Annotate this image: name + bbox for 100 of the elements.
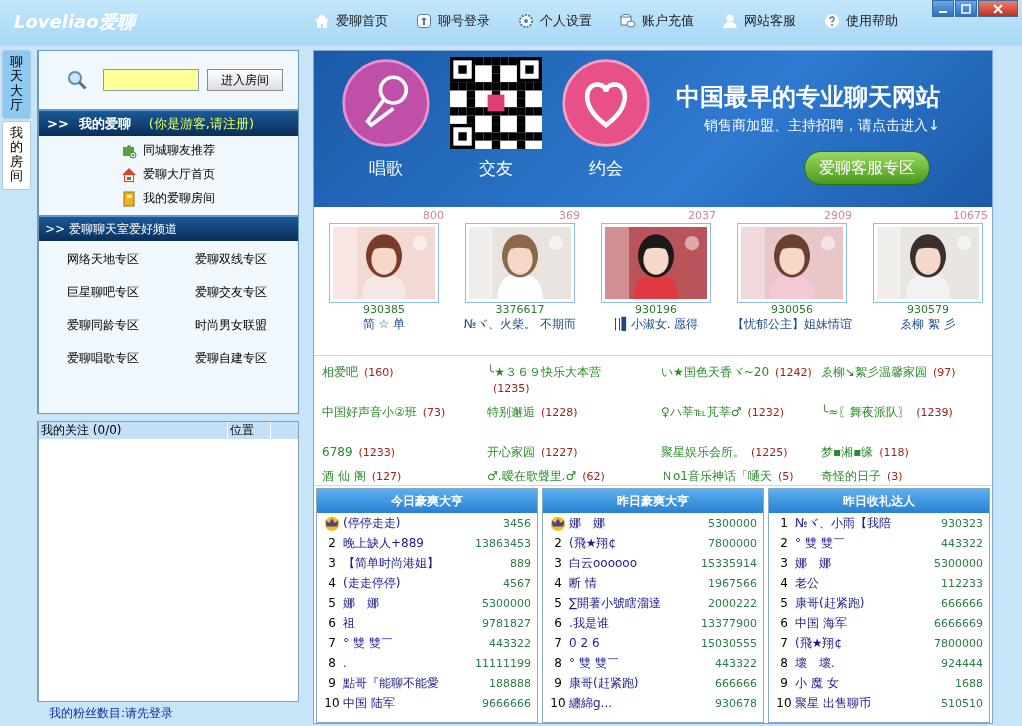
ranking-title: 昨日豪爽大亨 xyxy=(543,489,763,513)
nav-link[interactable]: 使用帮助 xyxy=(824,12,898,30)
room-link[interactable]: 特别邂逅 xyxy=(487,405,535,419)
link-label[interactable]: 爱聊大厅首页 xyxy=(143,166,215,183)
minimize-button[interactable] xyxy=(932,0,954,17)
zone-link[interactable]: 爱聊同龄专区 xyxy=(67,317,195,334)
room-count: (97) xyxy=(933,366,956,379)
search-field[interactable] xyxy=(103,69,199,91)
room-count: (3) xyxy=(887,470,903,483)
close-button[interactable] xyxy=(978,0,1018,17)
room-count: (1227) xyxy=(541,446,578,459)
room-count: (1233) xyxy=(358,446,396,459)
room-link[interactable]: Ｎo1音乐神话「嗵天 xyxy=(661,469,772,483)
zone-link[interactable]: 爱聊交友专区 xyxy=(195,284,305,301)
rank-number: 7 xyxy=(328,636,336,650)
user-name: 【简单时尚港姐】 xyxy=(343,554,440,572)
score-value: 15335914 xyxy=(701,556,757,570)
score-value: 4567 xyxy=(503,576,531,590)
enter-room-button[interactable]: 进入房间 xyxy=(207,69,283,91)
host-id: 930056 xyxy=(771,303,813,316)
room-link[interactable]: 奇怪的日子 xyxy=(821,469,881,483)
viewer-count: 369 xyxy=(559,209,580,223)
room-link[interactable]: ╰≈〖舞夜派队〗 xyxy=(821,405,911,419)
microphone-icon xyxy=(340,57,432,149)
room-link[interactable]: ╰★３６９快乐大本营 xyxy=(487,365,601,379)
room-link[interactable]: 聚星娱乐会所。 xyxy=(661,445,745,459)
host-name[interactable]: ゑ柳 絮 彡 xyxy=(900,316,956,333)
room-count: (1232) xyxy=(747,406,784,419)
room-link[interactable]: 中国好声音小②班 xyxy=(322,405,417,419)
link-label[interactable]: 我的爱聊房间 xyxy=(143,190,215,207)
nav-link[interactable]: 爱聊首页 xyxy=(314,12,388,30)
host-name[interactable]: 简 ☆ 单 xyxy=(362,316,406,333)
nav-link[interactable]: 个人设置 xyxy=(518,12,592,30)
rank-number: 7 xyxy=(554,636,562,650)
zone-link[interactable]: 巨星聊吧专区 xyxy=(67,284,195,301)
room-count: (73) xyxy=(422,406,446,419)
host-id: 930385 xyxy=(363,303,405,316)
qr-code-icon xyxy=(450,57,542,149)
puzzle-icon xyxy=(121,142,137,159)
nav-link[interactable]: 网站客服 xyxy=(722,12,796,30)
room-link[interactable]: 开心家园 xyxy=(487,445,535,459)
room-link[interactable]: 酒 仙 阁 xyxy=(322,469,366,483)
side-tab[interactable]: 聊天大厅 xyxy=(2,50,31,120)
viewer-count: 2909 xyxy=(824,209,852,223)
rank-number: 3 xyxy=(554,556,562,570)
rank-number: 4 xyxy=(328,576,336,590)
score-value: 112233 xyxy=(941,576,983,590)
zone-link[interactable]: 时尚男女联盟 xyxy=(195,317,305,334)
search-icon xyxy=(67,70,87,90)
score-value: 443322 xyxy=(715,656,757,670)
room-count: (160) xyxy=(364,366,394,379)
link-label[interactable]: 同城聊友推荐 xyxy=(143,142,215,159)
rank-number: 4 xyxy=(554,576,562,590)
host-name[interactable]: №ヾ、火柴。 不期而 xyxy=(463,316,577,333)
user-name: ° 雙 雙￣ xyxy=(343,634,394,652)
rank-number: 9 xyxy=(554,676,562,690)
user-name: (飛★翔¢ xyxy=(795,634,844,652)
score-value: 9666666 xyxy=(482,696,531,710)
side-tab[interactable]: 我的房间 xyxy=(2,121,31,191)
score-value: 13863453 xyxy=(475,536,531,550)
user-name: 點哥『能聊不能愛 xyxy=(343,674,440,692)
score-value: 666666 xyxy=(715,676,757,690)
score-value: 6666669 xyxy=(934,616,983,630)
section-title: 我的爱聊 xyxy=(78,114,131,133)
room-link[interactable]: ♂.暧在歌聲里.♂ xyxy=(487,469,577,483)
score-value: 7800000 xyxy=(708,536,757,550)
room-link[interactable]: ♀ハ莘℡芃莘♂ xyxy=(661,405,742,419)
room-link[interactable]: 梦▪湘▪缘 xyxy=(821,445,874,459)
feature-label: 唱歌 xyxy=(369,157,403,180)
fans-count: 我的粉丝数目:请先登录 xyxy=(48,705,175,722)
score-value: 510510 xyxy=(941,696,983,710)
arrow-mark: >> xyxy=(47,116,69,131)
score-value: 188888 xyxy=(489,676,531,690)
nav-link[interactable]: 账户充值 xyxy=(620,12,694,30)
user-name: 祖 xyxy=(343,614,356,632)
user-name: .我是谁 xyxy=(569,614,610,632)
room-link[interactable]: い★国色天香ヾ~20 xyxy=(661,365,770,379)
maximize-icon xyxy=(961,3,971,14)
rank-number: 5 xyxy=(328,596,336,610)
feature-label: 约会 xyxy=(589,157,623,180)
zone-link[interactable]: 爱聊自建专区 xyxy=(195,350,305,367)
room-count: (127) xyxy=(371,470,402,483)
zone-link[interactable]: 爱聊唱歌专区 xyxy=(67,350,195,367)
ranking-title: 今日豪爽大亨 xyxy=(317,489,537,513)
host-name[interactable]: 【忧郁公主】姐妹情谊 xyxy=(732,316,852,333)
maximize-button[interactable] xyxy=(955,0,977,17)
host-id: 930579 xyxy=(907,303,949,316)
score-value: 1688 xyxy=(955,676,983,690)
room-link[interactable]: ゑ柳↘絮彡温馨家园 xyxy=(821,365,928,379)
zone-link[interactable]: 网络天地专区 xyxy=(67,251,195,268)
user-name: (飛★翔¢ xyxy=(569,534,618,552)
zone-link[interactable]: 爱聊双线专区 xyxy=(195,251,305,268)
nav-link[interactable]: 聊号登录 xyxy=(416,12,490,30)
user-name: 白云oooooo xyxy=(569,554,639,572)
user-name: (走走停停) xyxy=(343,574,402,592)
room-link[interactable]: 6789 xyxy=(322,445,353,459)
rank-number: 2 xyxy=(328,536,336,550)
user-name: №ヾ、小雨【我陪 xyxy=(795,514,893,532)
host-name[interactable]: ||▌小淑女. 愿得 xyxy=(613,316,699,333)
room-link[interactable]: 相爱吧 xyxy=(322,365,358,379)
